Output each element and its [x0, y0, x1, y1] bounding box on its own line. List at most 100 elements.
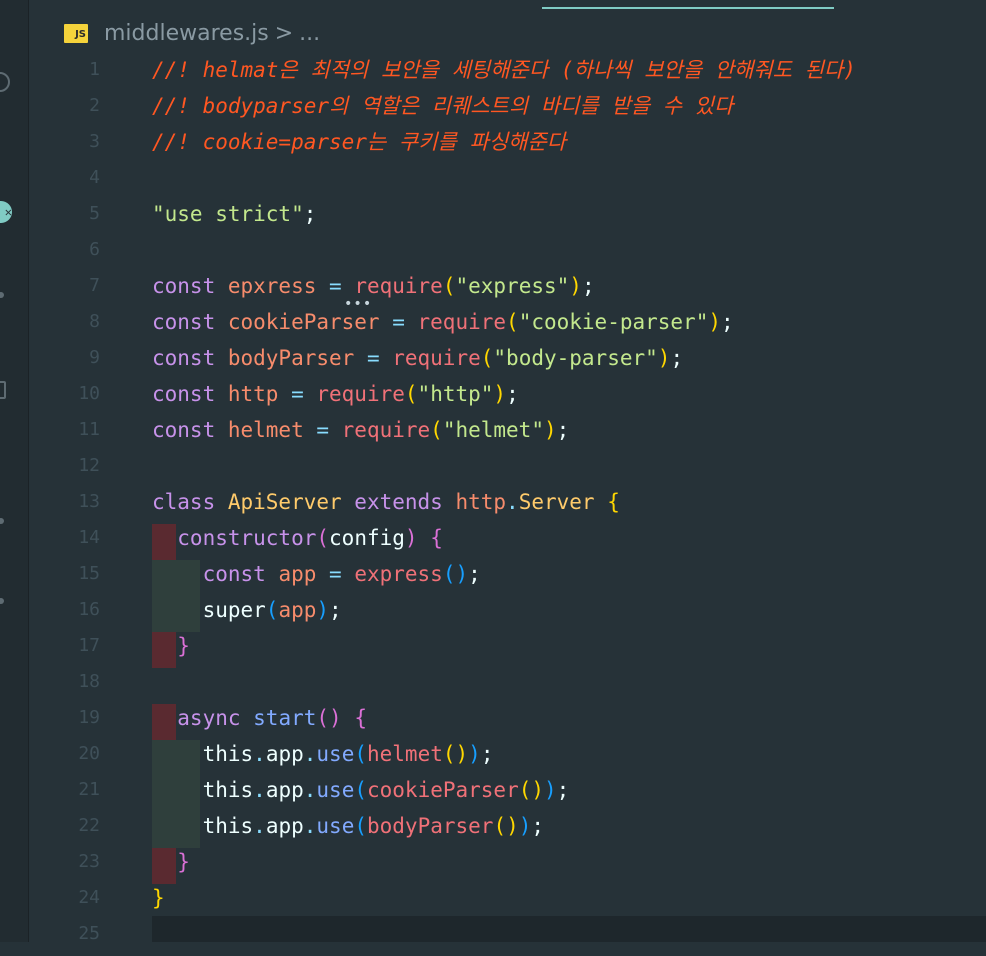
code-token: ; — [303, 202, 317, 226]
code-token: require — [392, 346, 481, 370]
code-text: async start() { — [152, 704, 367, 732]
code-line[interactable]: 13 class ApiServer extends http.Server { — [28, 488, 986, 524]
line-number: 1 — [89, 59, 100, 80]
debug-icon[interactable] — [0, 292, 4, 298]
code-line[interactable]: 21 this.app.use(cookieParser()); — [28, 776, 986, 812]
code-token: ( — [354, 742, 367, 766]
line-number: 20 — [78, 743, 100, 764]
code-line[interactable]: 15 const app = express(); — [28, 560, 986, 596]
code-text: "use strict"; — [152, 200, 316, 228]
code-line[interactable]: 5 "use strict"; — [28, 200, 986, 236]
code-token: ; — [556, 418, 570, 442]
code-line[interactable]: 4 — [28, 164, 986, 200]
code-token: ) — [708, 310, 721, 334]
code-token: express — [354, 562, 443, 586]
code-token: epxress — [227, 274, 317, 298]
code-text: const cookieParser = require("cookie-par… — [152, 308, 734, 336]
explorer-icon[interactable] — [0, 72, 10, 92]
code-token: . — [303, 778, 317, 802]
code-line[interactable]: 10 const http = require("http"); — [28, 380, 986, 416]
code-token: Server — [518, 490, 595, 514]
code-editor[interactable]: ••• 1//! helmat은 최적의 보안을 세팅해준다 (하나씩 보안을 … — [28, 56, 986, 944]
code-token: require — [354, 274, 443, 298]
code-token: ; — [480, 742, 494, 766]
code-token: this — [152, 742, 254, 766]
code-token: . — [303, 742, 317, 766]
code-token: . — [253, 778, 266, 802]
code-token: require — [316, 382, 405, 406]
code-token: ( — [480, 346, 494, 370]
code-token: const — [152, 562, 279, 586]
code-token: ApiServer — [227, 490, 342, 514]
code-token: . — [253, 742, 266, 766]
line-number: 19 — [78, 707, 100, 728]
line-number: 17 — [78, 635, 100, 656]
code-line[interactable]: 6 — [28, 236, 986, 272]
code-line[interactable]: 20 this.app.use(helmet()); — [28, 740, 986, 776]
code-text: const app = express(); — [152, 560, 481, 588]
code-line[interactable]: 16 super(app); — [28, 596, 986, 632]
line-number: 18 — [78, 671, 100, 692]
code-line[interactable]: 22 this.app.use(bodyParser()); — [28, 812, 986, 848]
code-text: //! cookie=parser는 쿠키를 파싱해준다 — [152, 128, 566, 156]
code-token: //! bodyparser의 역할은 리퀘스트의 바디를 받을 수 있다 — [152, 94, 734, 118]
code-line[interactable]: 25 — [28, 920, 986, 956]
code-token: ( — [316, 526, 330, 550]
code-token: const — [152, 382, 228, 406]
code-line[interactable]: 12 — [28, 452, 986, 488]
code-line[interactable]: 7 const epxress = require("express"); — [28, 272, 986, 308]
javascript-file-icon: JS — [64, 23, 88, 43]
line-number: 24 — [78, 887, 100, 908]
code-line[interactable]: 11 const helmet = require("helmet"); — [28, 416, 986, 452]
code-token: = — [316, 274, 355, 298]
code-line[interactable]: 24} — [28, 884, 986, 920]
code-token: const — [152, 346, 228, 370]
code-token: ; — [670, 346, 684, 370]
source-control-icon[interactable]: ✕ — [0, 201, 12, 223]
code-token: cookieParser — [227, 310, 380, 334]
code-token: . — [506, 490, 519, 514]
code-line[interactable]: 2 //! bodyparser의 역할은 리퀘스트의 바디를 받을 수 있다 — [28, 92, 986, 128]
code-line[interactable]: 3 //! cookie=parser는 쿠키를 파싱해준다 — [28, 128, 986, 164]
line-number: 10 — [78, 383, 100, 404]
code-token: = — [278, 382, 317, 406]
code-token: use — [316, 742, 355, 766]
code-token: "express" — [455, 274, 570, 298]
code-token: ; — [721, 310, 734, 334]
code-token: ) — [569, 274, 582, 298]
code-token: //! helmat은 최적의 보안을 세팅해준다 (하나씩 보안을 안해줘도 … — [152, 58, 856, 82]
code-token: async — [152, 706, 254, 730]
code-line[interactable]: 1 //! helmat은 최적의 보안을 세팅해준다 (하나씩 보안을 안해줘도… — [28, 56, 986, 92]
line-number: 9 — [89, 347, 100, 368]
code-token: "http" — [417, 382, 494, 406]
code-line[interactable]: 19 async start() { — [28, 704, 986, 740]
code-token: ) — [316, 598, 330, 622]
code-token: } — [152, 634, 190, 658]
code-token: app — [265, 814, 304, 838]
code-token: ) — [657, 346, 671, 370]
code-text: //! helmat은 최적의 보안을 세팅해준다 (하나씩 보안을 안해줘도 … — [152, 56, 856, 84]
code-line[interactable]: 18 — [28, 668, 986, 704]
code-line[interactable]: 17 } — [28, 632, 986, 668]
code-line[interactable]: 14 constructor(config) { — [28, 524, 986, 560]
remote-icon[interactable] — [0, 518, 4, 524]
code-text: //! bodyparser의 역할은 리퀘스트의 바디를 받을 수 있다 — [152, 92, 733, 120]
code-token: "helmet" — [442, 418, 544, 442]
code-token: () — [518, 778, 545, 802]
code-line[interactable]: 23 } — [28, 848, 986, 884]
code-line[interactable]: 8 const cookieParser = require("cookie-pa… — [28, 308, 986, 344]
extensions-icon[interactable] — [0, 381, 6, 399]
code-token: = — [354, 346, 393, 370]
code-token: { — [417, 526, 443, 550]
breadcrumb-file-name[interactable]: middlewares.js — [104, 21, 269, 46]
code-token: ) — [544, 778, 557, 802]
code-text: const bodyParser = require("body-parser"… — [152, 344, 683, 372]
code-token: } — [152, 886, 165, 910]
breadcrumb-symbol-ellipsis[interactable]: ... — [299, 21, 320, 46]
line-number: 25 — [78, 923, 100, 944]
code-token: ( — [265, 598, 279, 622]
code-token: "cookie-parser" — [518, 310, 709, 334]
code-line[interactable]: 9 const bodyParser = require("body-parser… — [28, 344, 986, 380]
code-token: const — [152, 310, 228, 334]
settings-icon[interactable] — [0, 598, 4, 604]
